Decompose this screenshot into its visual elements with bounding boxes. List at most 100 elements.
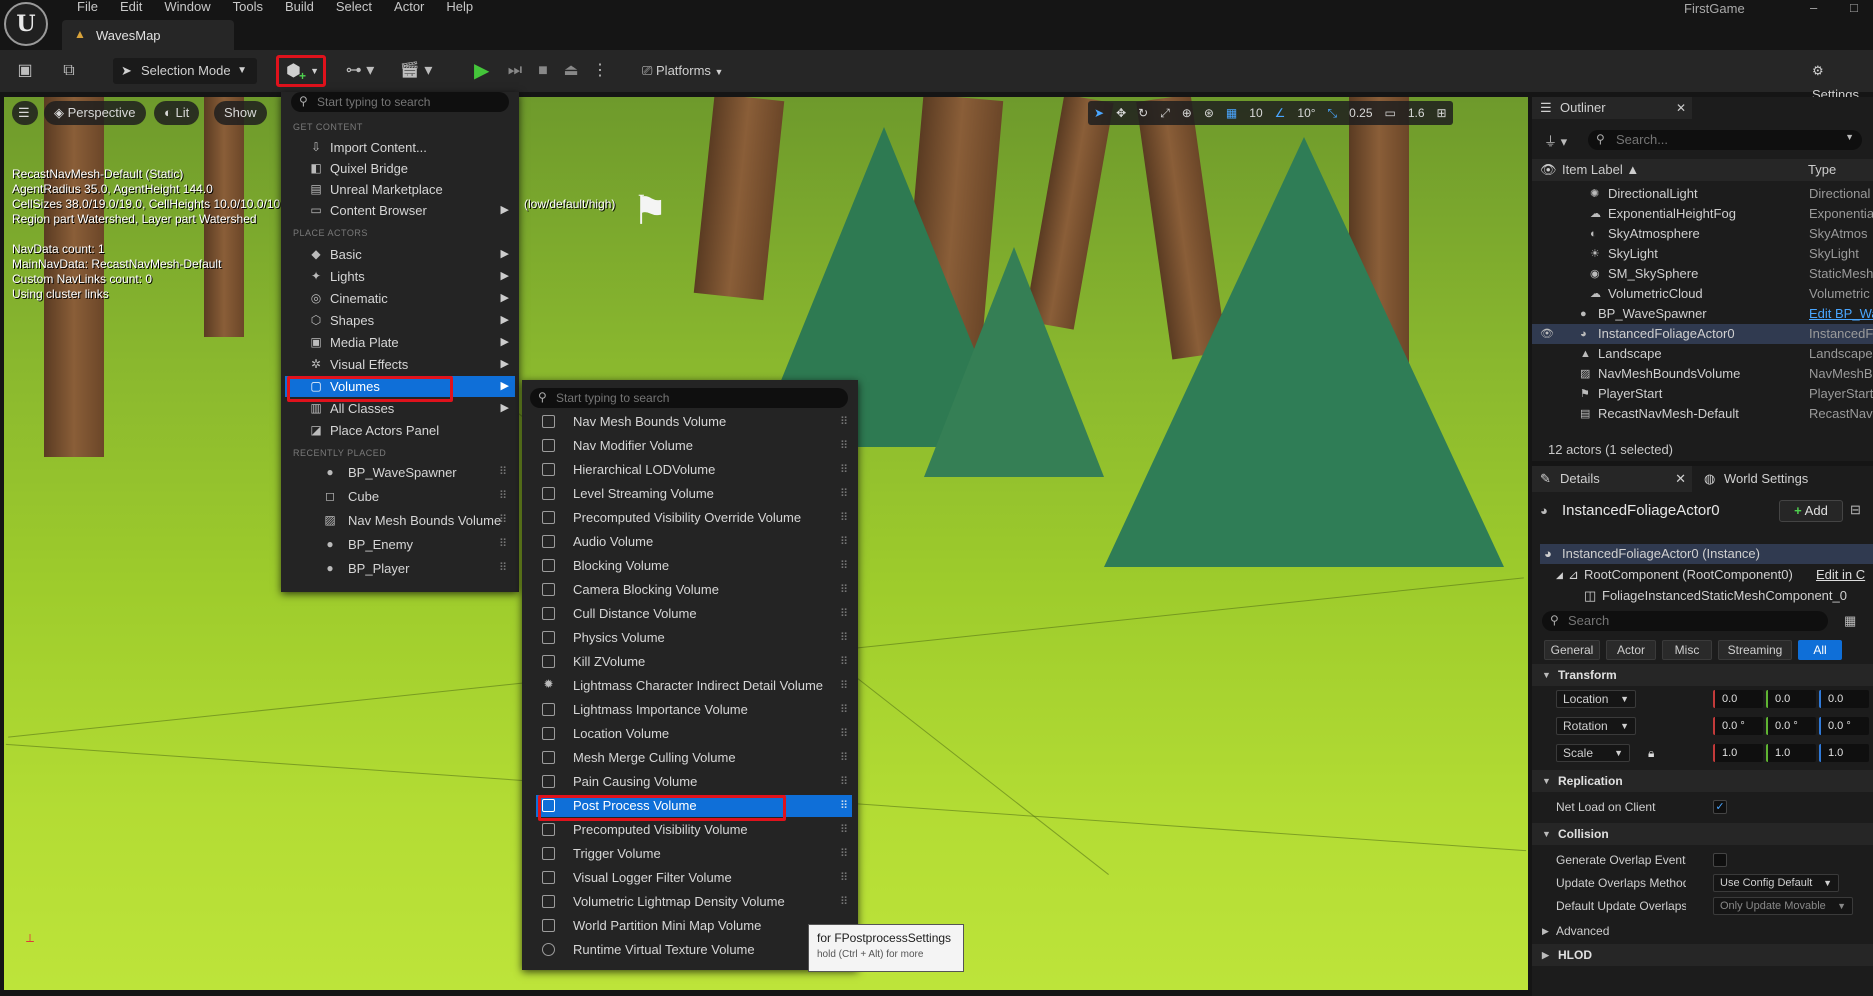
- recent-item-bp-player[interactable]: ● BP_Player ⠿: [285, 558, 515, 579]
- blueprint-icon[interactable]: ⊟: [1850, 502, 1861, 518]
- rotation-x-input[interactable]: 0.0 °: [1713, 717, 1763, 735]
- drag-handle-icon[interactable]: ⠿: [840, 843, 848, 865]
- type-column[interactable]: Type: [1808, 159, 1836, 181]
- rotation-snap-icon[interactable]: ∠: [1269, 101, 1292, 125]
- collision-section[interactable]: ▼ Collision: [1532, 823, 1873, 845]
- volume-item[interactable]: Nav Modifier Volume ⠿: [536, 435, 852, 457]
- visual-effects-item[interactable]: ✲ Visual Effects ▶: [285, 354, 515, 375]
- drag-handle-icon[interactable]: ⠿: [499, 534, 507, 555]
- drag-handle-icon[interactable]: ⠿: [840, 723, 848, 745]
- advanced-row[interactable]: ▶ Advanced: [1532, 920, 1873, 942]
- settings-button[interactable]: ⚙ Settings: [1812, 59, 1873, 102]
- outliner-row[interactable]: ▤ RecastNavMesh-Default RecastNav: [1532, 404, 1873, 424]
- rotation-dropdown[interactable]: Rotation ▼: [1556, 717, 1636, 735]
- volume-item[interactable]: Cull Distance Volume ⠿: [536, 603, 852, 625]
- quixel-bridge-item[interactable]: ◧ Quixel Bridge: [285, 158, 515, 179]
- drag-handle-icon[interactable]: ⠿: [840, 411, 848, 433]
- more-options-icon[interactable]: ⋮: [592, 59, 608, 83]
- recent-item-bp-wavespawner[interactable]: ● BP_WaveSpawner ⠿: [285, 462, 515, 483]
- world-settings-tab[interactable]: ◍ World Settings: [1696, 466, 1808, 492]
- unreal-marketplace-item[interactable]: ▤ Unreal Marketplace: [285, 179, 515, 200]
- shapes-item[interactable]: ⬡ Shapes ▶: [285, 310, 515, 331]
- filter-icon[interactable]: ⏚ ▾: [1544, 131, 1567, 150]
- all-classes-item[interactable]: ▥ All Classes ▶: [285, 398, 515, 419]
- volume-item[interactable]: Physics Volume ⠿: [536, 627, 852, 649]
- show-button[interactable]: Show: [214, 101, 267, 125]
- filter-all[interactable]: All: [1798, 640, 1842, 660]
- place-actors-panel-item[interactable]: ◪ Place Actors Panel: [285, 420, 515, 441]
- volume-item[interactable]: Camera Blocking Volume ⠿: [536, 579, 852, 601]
- volume-item[interactable]: Level Streaming Volume ⠿: [536, 483, 852, 505]
- player-start-icon[interactable]: ⚑: [632, 181, 698, 245]
- location-z-input[interactable]: 0.0: [1819, 690, 1869, 708]
- menu-window[interactable]: Window: [153, 0, 221, 16]
- menu-actor[interactable]: Actor: [383, 0, 435, 16]
- post-process-volume-item[interactable]: Post Process Volume ⠿: [536, 795, 852, 817]
- scale-x-input[interactable]: 1.0: [1713, 744, 1763, 762]
- drag-handle-icon[interactable]: ⠿: [840, 699, 848, 721]
- filter-general[interactable]: General: [1544, 640, 1600, 660]
- outliner-tab[interactable]: ☰ Outliner ✕: [1532, 97, 1692, 119]
- drag-handle-icon[interactable]: ⠿: [840, 891, 848, 913]
- place-menu-search[interactable]: ⚲: [291, 92, 509, 112]
- drag-handle-icon[interactable]: ⠿: [840, 771, 848, 793]
- volume-item[interactable]: Pain Causing Volume ⠿: [536, 771, 852, 793]
- place-menu-search-input[interactable]: [317, 94, 503, 110]
- outliner-row[interactable]: ● BP_WaveSpawner Edit BP_Wa: [1532, 304, 1873, 324]
- camera-speed-icon[interactable]: ▭: [1379, 101, 1402, 125]
- component-foliage[interactable]: ◫ FoliageInstancedStaticMeshComponent_0: [1540, 586, 1873, 606]
- basic-item[interactable]: ◆ Basic ▶: [285, 244, 515, 265]
- component-root[interactable]: ◢ ⊿ RootComponent (RootComponent0) Edit …: [1540, 565, 1873, 585]
- scale-snap-value[interactable]: 0.25: [1343, 101, 1378, 125]
- drag-handle-icon[interactable]: ⠿: [840, 675, 848, 697]
- details-tab[interactable]: ✎ Details ✕: [1532, 466, 1692, 492]
- recent-item-bp-enemy[interactable]: ● BP_Enemy ⠿: [285, 534, 515, 555]
- volume-item[interactable]: World Partition Mini Map Volume: [536, 915, 852, 937]
- drag-handle-icon[interactable]: ⠿: [499, 558, 507, 579]
- edit-in-cpp-link[interactable]: Edit in C: [1816, 565, 1865, 585]
- filter-misc[interactable]: Misc: [1662, 640, 1712, 660]
- close-icon[interactable]: ✕: [1675, 466, 1686, 492]
- selection-mode-dropdown[interactable]: ➤ Selection Mode ▼: [113, 58, 257, 84]
- outliner-row[interactable]: ☀ SkyLight SkyLight: [1532, 244, 1873, 264]
- volume-item[interactable]: Precomputed Visibility Volume ⠿: [536, 819, 852, 841]
- close-icon[interactable]: ✕: [1676, 97, 1686, 119]
- outliner-row[interactable]: ◐ SkyAtmosphere SkyAtmos: [1532, 224, 1873, 244]
- scale-y-input[interactable]: 1.0: [1766, 744, 1816, 762]
- volume-item[interactable]: Kill ZVolume ⠿: [536, 651, 852, 673]
- viewport-menu-icon[interactable]: ☰: [12, 101, 38, 125]
- drag-handle-icon[interactable]: ⠿: [840, 603, 848, 625]
- filter-streaming[interactable]: Streaming: [1718, 640, 1792, 660]
- volume-item[interactable]: Runtime Virtual Texture Volume: [536, 939, 852, 961]
- volumes-search[interactable]: ⚲: [530, 388, 848, 408]
- menu-select[interactable]: Select: [325, 0, 383, 16]
- scale-dropdown[interactable]: Scale ▼: [1556, 744, 1630, 762]
- transform-section[interactable]: ▼ Transform: [1532, 664, 1873, 686]
- hlod-section[interactable]: ▶ HLOD: [1532, 944, 1873, 966]
- menu-edit[interactable]: Edit: [109, 0, 153, 16]
- outliner-row[interactable]: ▨ NavMeshBoundsVolume NavMeshB: [1532, 364, 1873, 384]
- scale-snap-icon[interactable]: ⤡: [1322, 101, 1344, 125]
- rotation-snap-value[interactable]: 10°: [1291, 101, 1321, 125]
- outliner-row[interactable]: ◉ SM_SkySphere StaticMesh: [1532, 264, 1873, 284]
- translate-tool-icon[interactable]: ✥: [1110, 101, 1132, 125]
- play-icon[interactable]: ▶: [474, 59, 489, 83]
- drag-handle-icon[interactable]: ⠿: [840, 867, 848, 889]
- component-instance[interactable]: ◕ InstancedFoliageActor0 (Instance): [1540, 544, 1873, 564]
- outliner-search[interactable]: ⚲ ▼: [1588, 130, 1862, 150]
- lock-icon[interactable]: 🔒︎: [1648, 742, 1654, 764]
- add-component-button[interactable]: + Add: [1779, 500, 1843, 522]
- menu-help[interactable]: Help: [435, 0, 484, 16]
- drag-handle-icon[interactable]: ⠿: [840, 459, 848, 481]
- location-dropdown[interactable]: Location ▼: [1556, 690, 1636, 708]
- filter-actor[interactable]: Actor: [1606, 640, 1656, 660]
- property-matrix-icon[interactable]: ▦: [1844, 613, 1856, 629]
- scale-z-input[interactable]: 1.0: [1819, 744, 1869, 762]
- menu-build[interactable]: Build: [274, 0, 325, 16]
- generate-overlap-checkbox[interactable]: [1713, 853, 1727, 867]
- media-plate-item[interactable]: ▣ Media Plate ▶: [285, 332, 515, 353]
- location-y-input[interactable]: 0.0: [1766, 690, 1816, 708]
- drag-handle-icon[interactable]: ⠿: [499, 486, 507, 507]
- volume-item[interactable]: Volumetric Lightmap Density Volume ⠿: [536, 891, 852, 913]
- scale-tool-icon[interactable]: ⤢: [1154, 101, 1176, 125]
